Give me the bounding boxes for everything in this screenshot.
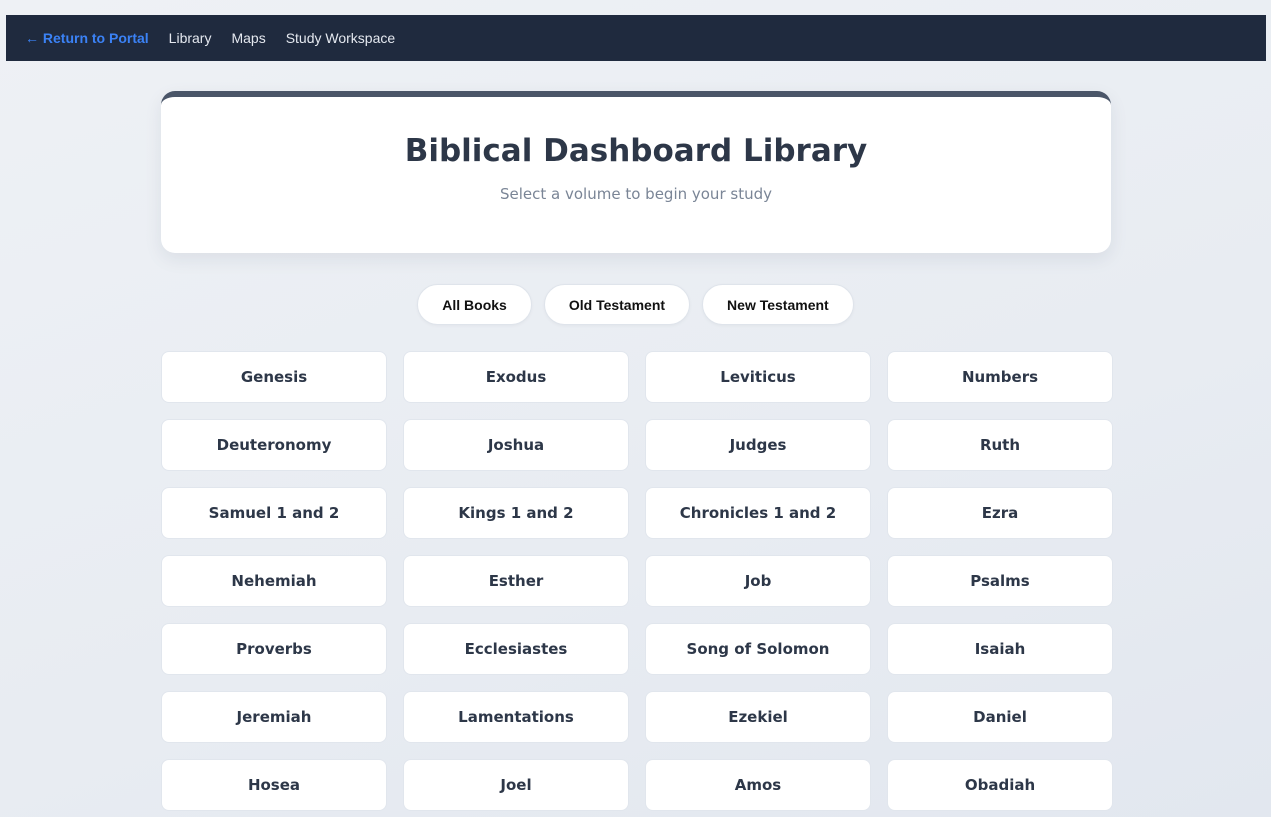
filter-new-testament-button[interactable]: New Testament: [702, 284, 854, 325]
page-subtitle: Select a volume to begin your study: [500, 185, 772, 203]
book-card[interactable]: Deuteronomy: [161, 419, 387, 471]
book-card[interactable]: Jeremiah: [161, 691, 387, 743]
book-card[interactable]: Chronicles 1 and 2: [645, 487, 871, 539]
top-navigation-bar: ← Return to Portal Library Maps Study Wo…: [6, 15, 1266, 61]
book-card[interactable]: Exodus: [403, 351, 629, 403]
book-card[interactable]: Kings 1 and 2: [403, 487, 629, 539]
book-card[interactable]: Proverbs: [161, 623, 387, 675]
filter-all-books-button[interactable]: All Books: [417, 284, 532, 325]
filter-old-testament-button[interactable]: Old Testament: [543, 284, 691, 325]
book-card[interactable]: Judges: [645, 419, 871, 471]
book-grid: Genesis Exodus Leviticus Numbers Deuteronomy…: [161, 351, 1113, 811]
book-card[interactable]: Samuel 1 and 2: [161, 487, 387, 539]
book-card[interactable]: Esther: [403, 555, 629, 607]
book-card[interactable]: Ecclesiastes: [403, 623, 629, 675]
library-header-card: Biblical Dashboard Library Select a volu…: [161, 91, 1111, 253]
nav-link-library[interactable]: Library: [169, 30, 212, 46]
book-card[interactable]: Isaiah: [887, 623, 1113, 675]
book-card[interactable]: Ezekiel: [645, 691, 871, 743]
book-card[interactable]: Amos: [645, 759, 871, 811]
book-card[interactable]: Job: [645, 555, 871, 607]
book-card[interactable]: Ezra: [887, 487, 1113, 539]
nav-link-study-workspace[interactable]: Study Workspace: [286, 30, 395, 46]
book-card[interactable]: Numbers: [887, 351, 1113, 403]
book-card[interactable]: Ruth: [887, 419, 1113, 471]
book-card[interactable]: Nehemiah: [161, 555, 387, 607]
book-card[interactable]: Leviticus: [645, 351, 871, 403]
page-title: Biblical Dashboard Library: [404, 133, 868, 169]
nav-link-maps[interactable]: Maps: [231, 30, 265, 46]
book-card[interactable]: Genesis: [161, 351, 387, 403]
book-card[interactable]: Hosea: [161, 759, 387, 811]
book-card[interactable]: Daniel: [887, 691, 1113, 743]
book-card[interactable]: Obadiah: [887, 759, 1113, 811]
testament-filter-group: All Books Old Testament New Testament: [0, 284, 1271, 325]
book-card[interactable]: Lamentations: [403, 691, 629, 743]
book-card[interactable]: Song of Solomon: [645, 623, 871, 675]
return-to-portal-link[interactable]: ← Return to Portal: [25, 30, 149, 46]
book-card[interactable]: Joel: [403, 759, 629, 811]
book-card[interactable]: Joshua: [403, 419, 629, 471]
book-card[interactable]: Psalms: [887, 555, 1113, 607]
